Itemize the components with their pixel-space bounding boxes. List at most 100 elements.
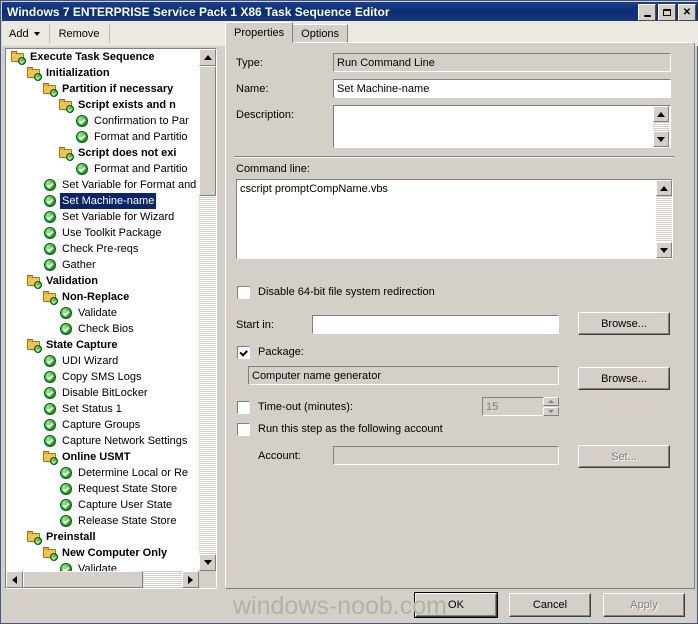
tree-item[interactable]: Non-Replace bbox=[6, 289, 199, 305]
tree-item[interactable]: Validate bbox=[6, 561, 199, 571]
run-as-checkbox[interactable] bbox=[237, 423, 250, 436]
account-set-button[interactable]: Set... bbox=[578, 445, 670, 468]
description-scrollbar[interactable] bbox=[653, 106, 669, 147]
tree-item-label: Preinstall bbox=[46, 531, 96, 543]
vertical-scroll-thumb[interactable] bbox=[199, 66, 216, 196]
tree-item[interactable]: Online USMT bbox=[6, 449, 199, 465]
tree-item[interactable]: Check Pre-reqs bbox=[6, 241, 199, 257]
start-in-browse-button[interactable]: Browse... bbox=[578, 312, 670, 335]
arrow-up-icon bbox=[657, 111, 665, 117]
tree-item[interactable]: Capture Network Settings bbox=[6, 433, 199, 449]
tree-item[interactable]: UDI Wizard bbox=[6, 353, 199, 369]
tree-item[interactable]: Confirmation to Par bbox=[6, 113, 199, 129]
scroll-up-button[interactable] bbox=[199, 49, 216, 66]
tree-item[interactable]: New Computer Only bbox=[6, 545, 199, 561]
tree-item[interactable]: Use Toolkit Package bbox=[6, 225, 199, 241]
tree-item[interactable]: Set Variable for Format and bbox=[6, 177, 199, 193]
tree-item[interactable]: Partition if necessary bbox=[6, 81, 199, 97]
folder-icon bbox=[26, 337, 42, 353]
tree-item[interactable]: Format and Partitio bbox=[6, 129, 199, 145]
command-line-scroll-up-button[interactable] bbox=[656, 180, 672, 196]
apply-button[interactable]: Apply bbox=[603, 593, 685, 617]
tree-item-label: Set Status 1 bbox=[62, 403, 122, 415]
tree-item[interactable]: Set Variable for Wizard bbox=[6, 209, 199, 225]
tree-item[interactable]: Script does not exi bbox=[6, 145, 199, 161]
description-scroll-up-button[interactable] bbox=[653, 106, 669, 122]
remove-button[interactable]: Remove bbox=[52, 24, 107, 44]
step-check-icon bbox=[42, 193, 58, 209]
tab-properties-label: Properties bbox=[234, 27, 285, 39]
tree-item-label: Set Variable for Format and bbox=[62, 179, 197, 191]
tree-item[interactable]: Validate bbox=[6, 305, 199, 321]
step-check-icon bbox=[42, 241, 58, 257]
tree-item[interactable]: Gather bbox=[6, 257, 199, 273]
package-browse-button[interactable]: Browse... bbox=[578, 367, 670, 390]
tree-item[interactable]: Format and Partitio bbox=[6, 161, 199, 177]
check-badge-icon bbox=[66, 105, 74, 113]
scroll-right-button[interactable] bbox=[182, 571, 199, 588]
maximize-button[interactable] bbox=[658, 4, 676, 21]
horizontal-scroll-thumb[interactable] bbox=[23, 571, 143, 588]
tree-item[interactable]: Check Bios bbox=[6, 321, 199, 337]
ok-button[interactable]: OK bbox=[414, 592, 498, 618]
check-badge-icon bbox=[34, 73, 42, 81]
tree-item-label: Validate bbox=[78, 307, 117, 319]
timeout-checkbox[interactable] bbox=[237, 401, 250, 414]
account-input[interactable] bbox=[333, 446, 559, 465]
check-badge-icon bbox=[50, 553, 58, 561]
timeout-spinner-down[interactable] bbox=[543, 407, 559, 416]
command-line-scrollbar[interactable] bbox=[656, 180, 672, 258]
tree-item[interactable]: Set Status 1 bbox=[6, 401, 199, 417]
check-badge-icon bbox=[34, 281, 42, 289]
step-check-icon bbox=[42, 225, 58, 241]
timeout-spinner-up[interactable] bbox=[543, 397, 559, 406]
tree-item[interactable]: Disable BitLocker bbox=[6, 385, 199, 401]
description-input[interactable] bbox=[333, 105, 671, 148]
section-divider bbox=[234, 156, 674, 158]
tree-item-label: Format and Partitio bbox=[94, 163, 188, 175]
add-button-label: Add bbox=[9, 27, 29, 40]
step-check-icon bbox=[58, 561, 74, 571]
timeout-spinner[interactable] bbox=[542, 397, 559, 416]
step-check-icon bbox=[42, 369, 58, 385]
name-input[interactable]: Set Machine-name bbox=[333, 79, 671, 98]
task-sequence-editor-window: Windows 7 ENTERPRISE Service Pack 1 X86 … bbox=[0, 0, 698, 624]
tree-item-label: Disable BitLocker bbox=[62, 387, 148, 399]
tree-item[interactable]: Execute Task Sequence bbox=[6, 49, 199, 65]
tree-item-label: Validate bbox=[78, 563, 117, 571]
tree-item[interactable]: Determine Local or Re bbox=[6, 465, 199, 481]
tree-horizontal-scrollbar[interactable] bbox=[6, 571, 199, 588]
add-button[interactable]: Add bbox=[2, 24, 47, 44]
folder-icon bbox=[10, 49, 26, 65]
command-line-scroll-down-button[interactable] bbox=[656, 242, 672, 258]
tab-options[interactable]: Options bbox=[292, 24, 349, 43]
task-sequence-tree[interactable]: Execute Task Sequence Initialization Parti… bbox=[5, 48, 217, 589]
scroll-left-button[interactable] bbox=[6, 571, 23, 588]
minimize-button[interactable] bbox=[638, 4, 656, 21]
description-scroll-down-button[interactable] bbox=[653, 131, 669, 147]
disable-redirection-label: Disable 64-bit file system redirection bbox=[258, 286, 435, 298]
tree-item[interactable]: Capture User State bbox=[6, 497, 199, 513]
tree-item[interactable]: State Capture bbox=[6, 337, 199, 353]
tree-item[interactable]: Copy SMS Logs bbox=[6, 369, 199, 385]
tree-item[interactable]: Validation bbox=[6, 273, 199, 289]
package-field[interactable]: Computer name generator bbox=[248, 366, 559, 385]
disable-redirection-checkbox[interactable] bbox=[237, 286, 250, 299]
tree-item[interactable]: Script exists and n bbox=[6, 97, 199, 113]
package-checkbox[interactable] bbox=[237, 346, 250, 359]
close-button[interactable]: ✕ bbox=[678, 4, 696, 21]
start-in-input[interactable] bbox=[312, 315, 559, 334]
tab-properties[interactable]: Properties bbox=[225, 22, 294, 43]
tree-item[interactable]: Set Machine-name bbox=[6, 193, 199, 209]
tree-vertical-scrollbar[interactable] bbox=[199, 49, 216, 571]
tree-item[interactable]: Preinstall bbox=[6, 529, 199, 545]
tree-item[interactable]: Capture Groups bbox=[6, 417, 199, 433]
tree-item[interactable]: Release State Store bbox=[6, 513, 199, 529]
step-check-icon bbox=[42, 177, 58, 193]
check-badge-icon bbox=[66, 153, 74, 161]
command-line-input[interactable]: cscript promptCompName.vbs bbox=[236, 179, 673, 259]
tree-item[interactable]: Initialization bbox=[6, 65, 199, 81]
tree-item[interactable]: Request State Store bbox=[6, 481, 199, 497]
cancel-button[interactable]: Cancel bbox=[509, 593, 591, 617]
scroll-down-button[interactable] bbox=[199, 554, 216, 571]
